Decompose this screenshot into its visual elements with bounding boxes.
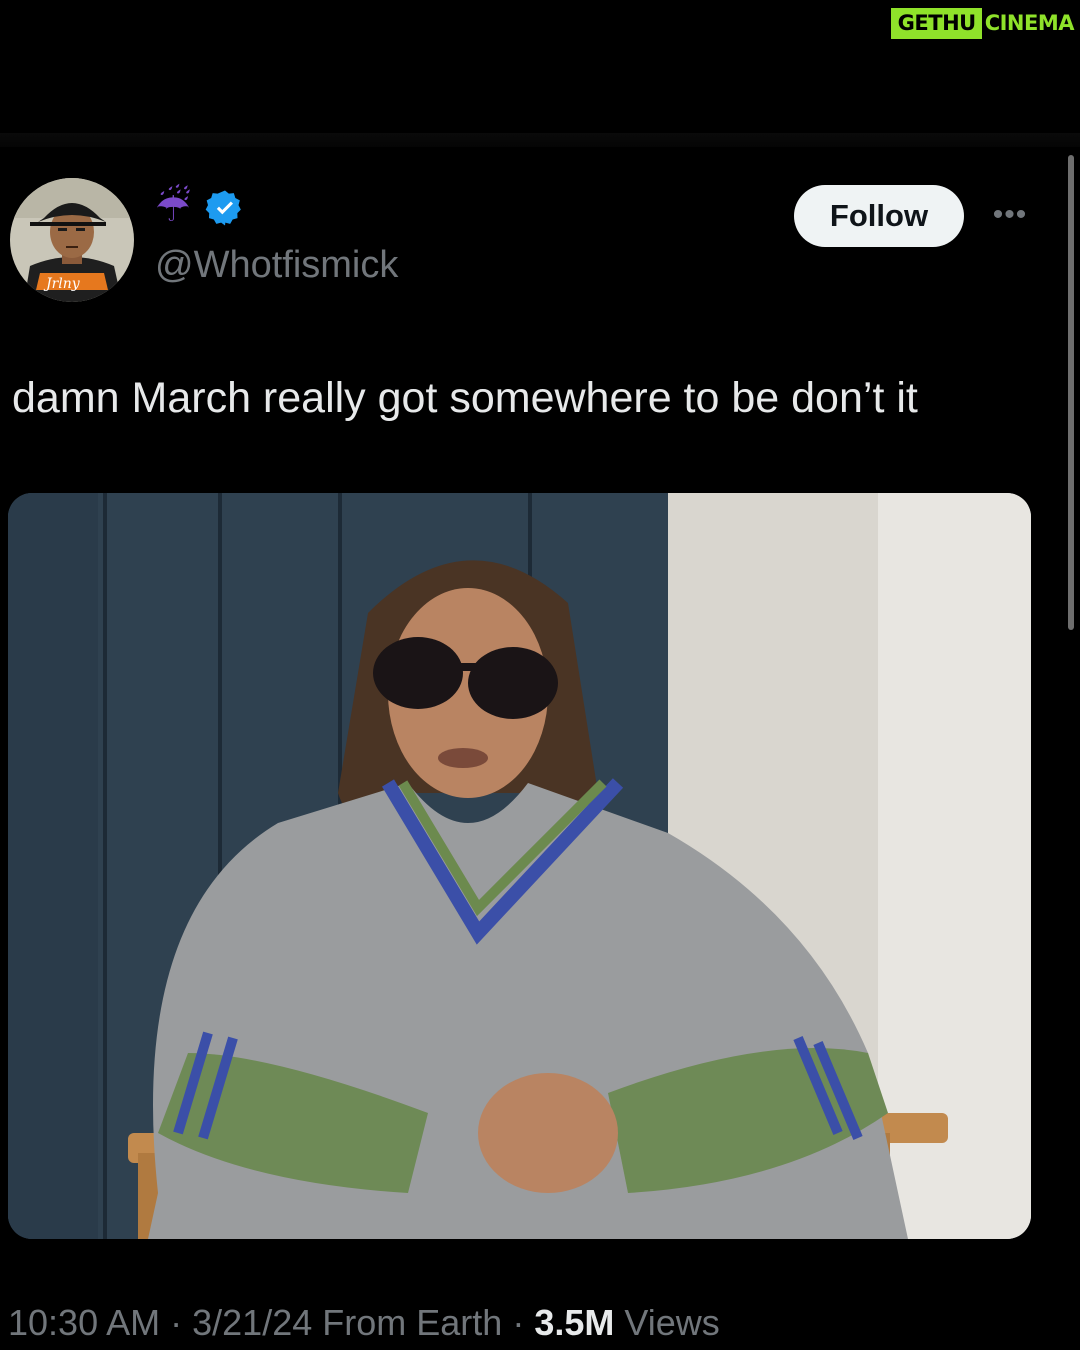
watermark-part1: GETHU — [890, 8, 982, 39]
verified-badge-icon — [205, 190, 241, 226]
more-options-icon[interactable]: ••• — [988, 198, 1032, 231]
tweet-media-image[interactable] — [8, 493, 1031, 1239]
follow-button[interactable]: Follow — [794, 185, 964, 247]
meta-separator: · — [512, 1302, 525, 1343]
views-count[interactable]: 3.5M — [534, 1302, 614, 1343]
avatar[interactable]: Jrlny — [10, 178, 134, 302]
tweet-text: damn March really got somewhere to be do… — [12, 374, 918, 422]
tweet-meta: 10:30 AM · 3/21/24 From Earth · 3.5M Vie… — [8, 1302, 720, 1344]
user-handle[interactable]: @Whotfismick — [155, 244, 398, 287]
top-divider — [0, 133, 1080, 147]
tweet-date: 3/21/24 — [192, 1302, 313, 1343]
media-photo — [8, 493, 1031, 1239]
views-label: Views — [624, 1302, 720, 1343]
tweet-source: From Earth — [322, 1302, 503, 1343]
meta-separator: · — [170, 1302, 183, 1343]
watermark-logo: GETHU CINEMA — [890, 8, 1075, 39]
tweet-time: 10:30 AM — [8, 1302, 161, 1343]
umbrella-rain-emoji: ☔ — [155, 186, 191, 230]
scrollbar[interactable] — [1068, 155, 1074, 630]
display-name-row: ☔ — [155, 185, 245, 231]
avatar-image: Jrlny — [10, 178, 134, 302]
svg-text:Jrlny: Jrlny — [43, 276, 81, 292]
watermark-part2: CINEMA — [984, 11, 1075, 35]
